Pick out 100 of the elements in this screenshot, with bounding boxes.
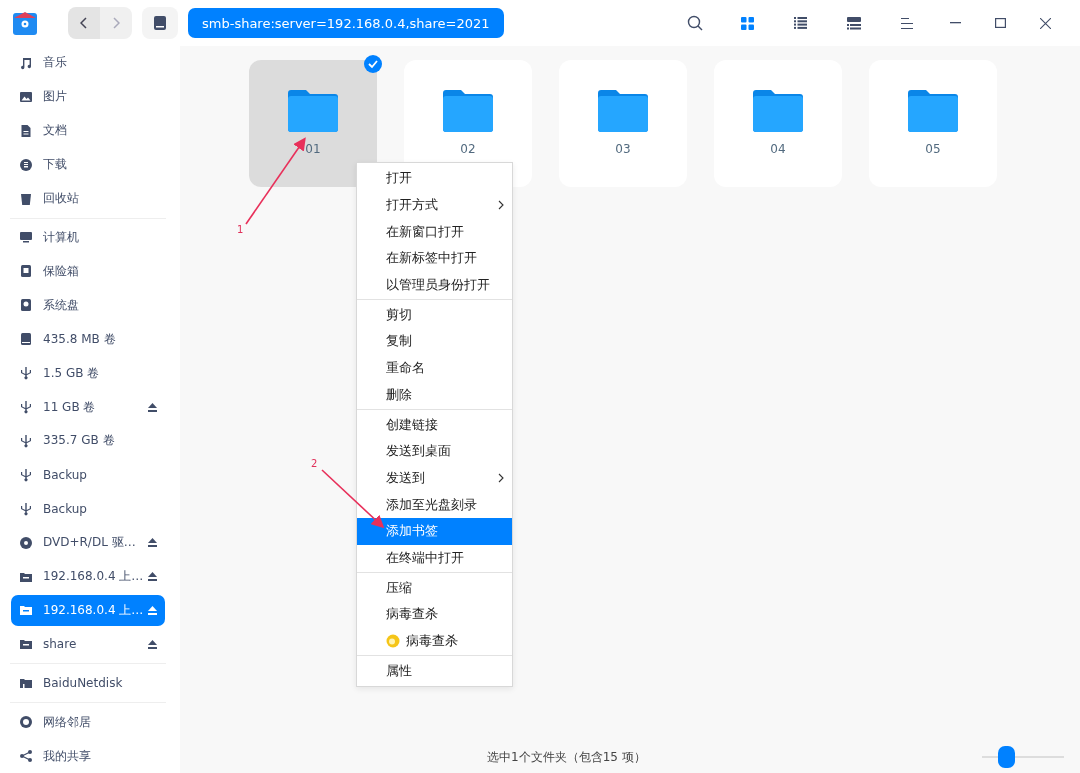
menu-icon — [900, 17, 913, 29]
sidebar-item[interactable]: 图片 — [11, 80, 165, 113]
minimize-icon — [950, 22, 961, 24]
sidebar-item[interactable]: Backup — [11, 458, 165, 491]
menu-item[interactable]: 删除 — [357, 381, 512, 409]
menu-item[interactable]: 创建链接 — [357, 411, 512, 438]
trash-icon — [19, 191, 33, 206]
menu-item[interactable]: 病毒查杀 — [357, 601, 512, 628]
sidebar-item[interactable]: 保险箱 — [11, 255, 165, 288]
folder-icon — [598, 88, 648, 132]
eject-icon[interactable] — [148, 402, 157, 412]
sidebar-item[interactable]: 网络邻居 — [11, 706, 165, 739]
menu-item[interactable]: 属性 — [357, 657, 512, 685]
status-text: 选中1个文件夹（包含15 项） — [487, 748, 646, 766]
menu-item[interactable]: 压缩 — [357, 574, 512, 601]
maximize-icon — [995, 18, 1006, 28]
sidebar-item-label: 435.8 MB 卷 — [43, 330, 117, 348]
folder-tile[interactable]: 03 — [559, 60, 687, 187]
back-button[interactable] — [68, 7, 100, 39]
sidebar-item-label: share — [43, 637, 78, 652]
sidebar-item-label: 计算机 — [43, 229, 80, 246]
detail-view-icon — [846, 16, 861, 30]
menu-item[interactable]: 添加书签 — [357, 517, 512, 545]
drive-button[interactable] — [142, 7, 178, 39]
menu-item[interactable]: 以管理员身份打开 — [357, 271, 512, 299]
menu-item[interactable]: 在新标签中打开 — [357, 245, 512, 272]
menu-item[interactable]: 打开方式 — [357, 191, 512, 219]
eject-icon[interactable] — [148, 572, 157, 582]
menu-item[interactable]: 复制 — [357, 328, 512, 355]
sidebar-item-label: BaiduNetdisk — [43, 676, 124, 691]
folder-tile[interactable]: 05 — [869, 60, 997, 187]
menu-item[interactable]: 发送到 — [357, 464, 512, 492]
menu-item[interactable]: 剪切 — [357, 301, 512, 329]
usb-icon — [19, 400, 33, 414]
eject-icon[interactable] — [148, 605, 157, 615]
address-bar[interactable]: smb-share:server=192.168.0.4,share=2021 — [188, 8, 504, 38]
drive-icon — [19, 332, 33, 347]
folder-icon — [288, 88, 338, 132]
chevron-left-icon — [80, 17, 88, 29]
sidebar-item[interactable]: 下载 — [11, 148, 165, 181]
chevron-right-icon — [112, 17, 120, 29]
usb-icon — [19, 433, 33, 448]
sidebar-item-label: 11 GB 卷 — [43, 398, 97, 416]
search-icon — [686, 15, 703, 31]
app-logo-icon — [12, 10, 38, 36]
sidebar-item[interactable]: 文档 — [11, 114, 165, 147]
sidebar-item[interactable]: 335.7 GB 卷 — [11, 424, 165, 457]
sidebar-item[interactable]: 系统盘 — [11, 289, 165, 322]
sidebar-item[interactable]: 435.8 MB 卷 — [11, 323, 165, 356]
sidebar-item[interactable]: 192.168.0.4 上… — [11, 560, 165, 593]
folder-name: 01 — [305, 142, 321, 156]
sidebar-item[interactable]: BaiduNetdisk — [11, 667, 165, 700]
sidebar-item-label: DVD+R/DL 驱… — [43, 534, 137, 552]
sidebar-item-label: 图片 — [43, 88, 68, 106]
list-view-icon — [794, 16, 807, 30]
menu-item[interactable]: 发送到桌面 — [357, 437, 512, 465]
menu-item[interactable]: 重命名 — [357, 354, 512, 382]
menu-item[interactable]: 在终端中打开 — [357, 544, 512, 572]
sidebar-item[interactable]: Backup — [11, 492, 165, 525]
sidebar-item-label: 335.7 GB 卷 — [43, 432, 116, 450]
sidebar-item[interactable]: 1.5 GB 卷 — [11, 357, 165, 390]
menu-item[interactable]: 在新窗口打开 — [357, 218, 512, 246]
folder-name: 02 — [460, 142, 476, 156]
annotation-label: 1 — [237, 224, 244, 235]
menu-item[interactable]: 添加至光盘刻录 — [357, 491, 512, 518]
computer-icon — [19, 230, 33, 245]
folder-name: 04 — [770, 142, 786, 156]
image-icon — [19, 89, 33, 104]
check-icon — [364, 55, 382, 73]
drive-icon — [154, 16, 166, 30]
sidebar-item[interactable]: share — [11, 628, 165, 661]
sidebar-item[interactable]: 11 GB 卷 — [11, 391, 165, 423]
eject-icon[interactable] — [148, 538, 157, 548]
sidebar-item-label: 回收站 — [43, 190, 80, 208]
network-icon — [19, 715, 33, 730]
close-icon — [1040, 17, 1051, 29]
annotation-label: 2 — [311, 458, 318, 469]
sidebar-item[interactable]: DVD+R/DL 驱… — [11, 526, 165, 559]
sidebar-item[interactable]: 192.168.0.4 上… — [11, 594, 165, 627]
sidebar-item-label: 音乐 — [43, 54, 68, 72]
grid-view-icon — [741, 16, 754, 30]
slider-thumb[interactable] — [998, 746, 1016, 768]
vault-icon — [19, 264, 33, 279]
folder-name: 03 — [615, 142, 631, 156]
menu-item[interactable]: 病毒查杀 — [357, 627, 512, 655]
eject-icon[interactable] — [148, 639, 157, 649]
folder-name: 05 — [925, 142, 941, 156]
sidebar-item[interactable]: 回收站 — [11, 182, 165, 215]
sidebar-item[interactable]: 计算机 — [11, 221, 165, 254]
folder-tile[interactable]: 01 — [249, 60, 377, 187]
netdisk-icon — [19, 676, 33, 691]
folder-icon — [908, 88, 958, 132]
folder-tile[interactable]: 04 — [714, 60, 842, 187]
dvd-icon — [19, 535, 33, 550]
app-icon — [386, 634, 400, 649]
usb-icon — [19, 501, 33, 516]
sidebar-item-label: 网络邻居 — [43, 713, 92, 731]
share-icon — [19, 749, 33, 764]
sidebar-item[interactable]: 我的共享 — [11, 740, 165, 773]
sidebar-item[interactable]: 音乐 — [11, 47, 165, 79]
